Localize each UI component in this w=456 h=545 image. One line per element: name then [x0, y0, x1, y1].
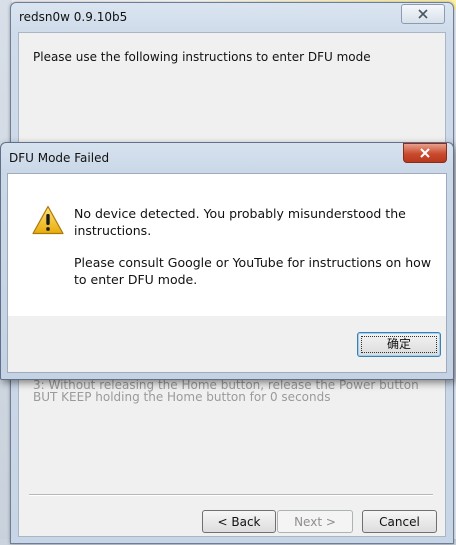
button-separator: [29, 494, 433, 496]
dfu-instruction-text: Please use the following instructions to…: [33, 50, 371, 64]
dialog-title: DFU Mode Failed: [9, 151, 110, 165]
dfu-failed-dialog: DFU Mode Failed No device detected. You …: [0, 142, 454, 380]
focus-indicator: [361, 336, 437, 353]
dialog-body: No device detected. You probably misunde…: [7, 173, 447, 373]
message-area: No device detected. You probably misunde…: [8, 174, 446, 316]
back-button[interactable]: < Back: [202, 510, 276, 533]
next-button[interactable]: Next >: [277, 510, 353, 533]
ok-button[interactable]: 确定: [357, 332, 441, 357]
window-title: redsn0w 0.9.10b5: [19, 10, 128, 24]
warning-icon: [32, 205, 64, 235]
cancel-button[interactable]: Cancel: [362, 510, 437, 533]
window-close-button[interactable]: [401, 4, 445, 24]
help-message-line: Please consult Google or YouTube for ins…: [74, 255, 432, 270]
error-message-line: instructions.: [74, 223, 152, 238]
close-icon: [418, 9, 428, 19]
dialog-close-button[interactable]: [403, 143, 447, 163]
dfu-step-subtext: BUT KEEP holding the Home button for 0 s…: [33, 390, 331, 404]
help-message-line: to enter DFU mode.: [74, 272, 198, 287]
error-message-line: No device detected. You probably misunde…: [74, 206, 406, 221]
close-icon: [420, 148, 430, 158]
